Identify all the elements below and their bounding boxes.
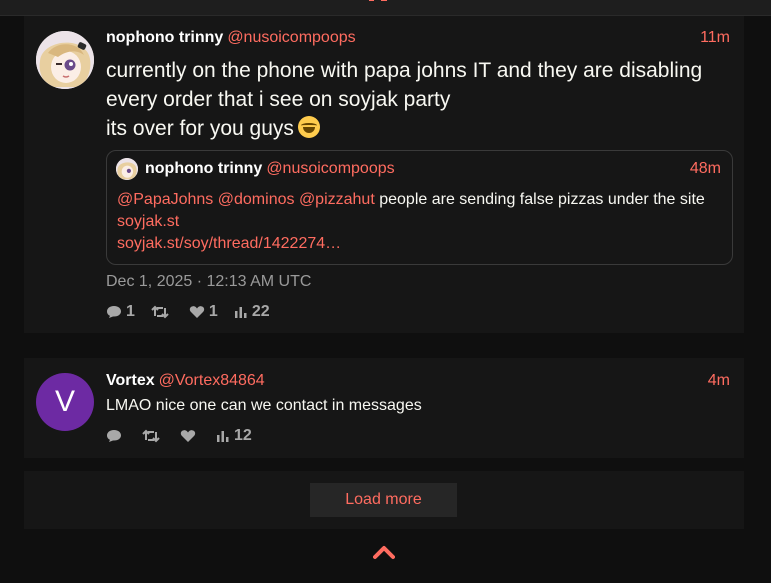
quoted-body-text: people are sending false pizzas under th… (379, 191, 705, 208)
load-more-container: Load more (24, 471, 744, 529)
author-name[interactable]: nophono trinny (106, 29, 223, 46)
quoted-tweet[interactable]: nophono trinny @nusoicompoops 48m @PapaJo… (106, 150, 733, 265)
author-avatar[interactable]: V (36, 373, 94, 431)
views-stat[interactable]: 22 (234, 302, 270, 322)
retweet-icon (142, 429, 160, 443)
tweet-text: LMAO nice one can we contact in messages (106, 397, 422, 414)
tweet-date[interactable]: Dec 1, 2025 · 12:13 AM UTC (106, 272, 311, 292)
bar-chart-icon (234, 307, 247, 318)
author-avatar[interactable] (36, 31, 94, 89)
heart-icon (180, 430, 196, 442)
quoted-author-handle[interactable]: @nusoicompoops (266, 160, 394, 177)
tweet-header: nophono trinny @nusoicompoops (106, 28, 356, 48)
author-handle[interactable]: @Vortex84864 (159, 372, 265, 389)
quoted-author-name[interactable]: nophono trinny (145, 160, 262, 177)
quoted-time[interactable]: 48m (690, 159, 721, 179)
tweet-time[interactable]: 11m (700, 28, 730, 48)
bar-chart-icon (217, 431, 229, 442)
like-stat[interactable]: 1 (189, 302, 218, 322)
views-count: 12 (234, 427, 252, 444)
views-stat[interactable]: 12 (216, 426, 252, 446)
reply-stat[interactable]: 1 (106, 302, 135, 322)
reply-stat[interactable] (106, 429, 126, 443)
author-name[interactable]: Vortex (106, 372, 155, 389)
tweet-stats: 1 1 22 (106, 302, 286, 322)
reply-tweet-card[interactable]: V Vortex @Vortex84864 4m LMAO nice one ca… (24, 358, 744, 458)
retweet-stat[interactable] (151, 305, 173, 319)
nav-logo-icon[interactable] (368, 0, 398, 4)
tweet-header: Vortex @Vortex84864 (106, 371, 265, 391)
chevron-up-icon[interactable] (373, 544, 395, 560)
anime-girl-avatar-icon (36, 31, 94, 89)
laughing-tears-emoji-icon (297, 116, 320, 138)
tweet-stats: 12 (106, 426, 268, 446)
heart-icon (189, 306, 205, 318)
comment-icon (107, 430, 121, 442)
quoted-text: @PapaJohns @dominos @pizzahut people are… (117, 189, 717, 255)
author-handle[interactable]: @nusoicompoops (227, 29, 355, 46)
tweet-text-line: its over for you guys (106, 114, 736, 143)
like-stat[interactable] (180, 429, 200, 443)
comment-icon (107, 306, 121, 318)
like-count: 1 (208, 303, 218, 320)
views-count: 22 (251, 303, 270, 320)
top-bar (0, 0, 771, 16)
reply-count: 1 (126, 303, 135, 320)
main-tweet-card[interactable]: nophono trinny @nusoicompoops 11m current… (24, 16, 744, 333)
tweet-text-line-content: its over for you guys (106, 117, 294, 140)
mention-link[interactable]: @PapaJohns (117, 191, 213, 208)
tweet-text-line: every order that i see on soyjak party (106, 88, 451, 111)
mention-link[interactable]: @dominos (218, 191, 295, 208)
tweet-time[interactable]: 4m (708, 371, 730, 391)
tweet-text: currently on the phone with papa johns I… (106, 56, 736, 143)
anime-girl-avatar-icon (116, 158, 138, 180)
load-more-button[interactable]: Load more (310, 483, 457, 517)
mention-link[interactable]: @pizzahut (299, 191, 375, 208)
retweet-icon (151, 305, 169, 319)
quoted-author-avatar (116, 158, 138, 180)
tweet-text-line: currently on the phone with papa johns I… (106, 59, 703, 82)
site-link[interactable]: soyjak.st (117, 213, 179, 230)
thread-link[interactable]: soyjak.st/soy/thread/1422274… (117, 235, 341, 252)
retweet-stat[interactable] (142, 429, 164, 443)
quoted-header: nophono trinny @nusoicompoops (145, 159, 395, 179)
